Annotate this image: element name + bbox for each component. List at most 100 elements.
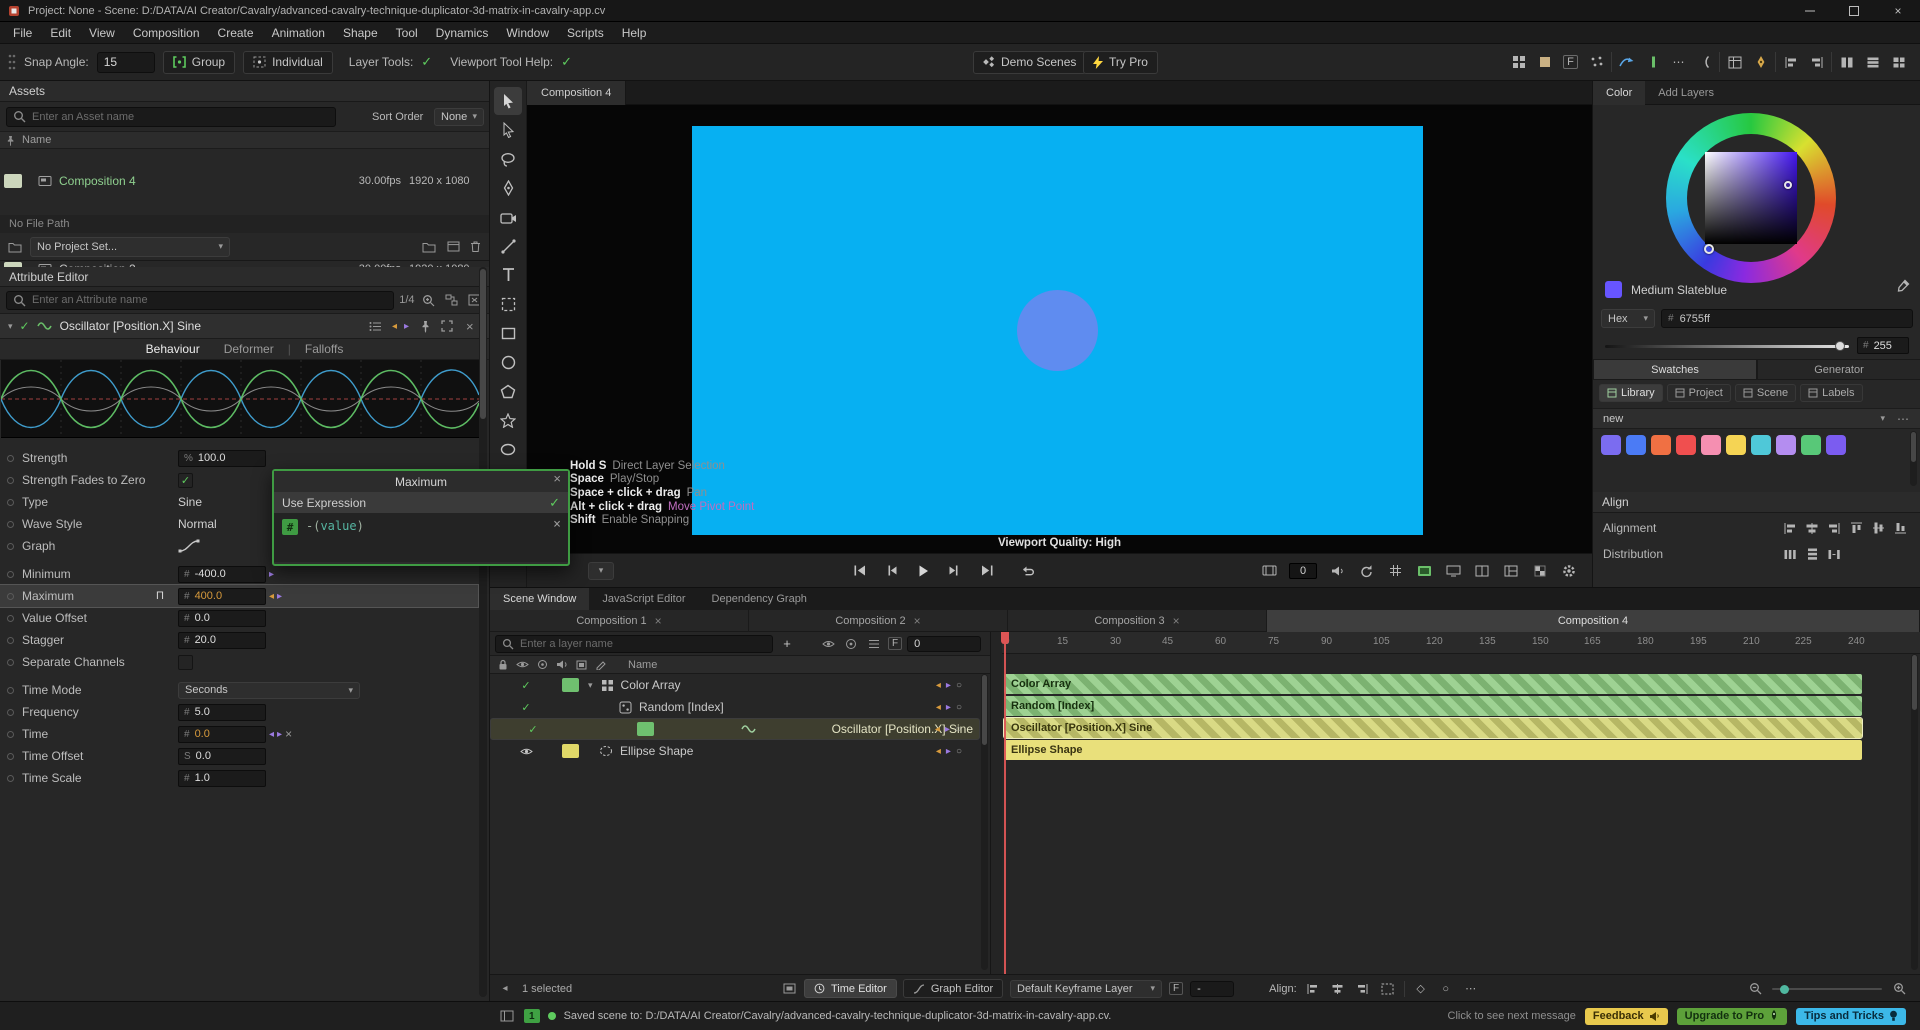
minimize-button[interactable]: [1788, 0, 1832, 22]
close-icon[interactable]: ×: [466, 319, 474, 334]
timeline-scrollbar[interactable]: [1911, 654, 1918, 970]
distribute-h-icon[interactable]: [1781, 545, 1799, 563]
layer-row-oscillator[interactable]: ✓ Oscillator [Position.X] Sine ◂ ▸ ○: [490, 718, 980, 740]
refresh-icon[interactable]: [1357, 562, 1375, 580]
track-oscillator[interactable]: Oscillator [Position.X] Sine: [1003, 717, 1863, 739]
next-message-link[interactable]: Click to see next message: [1448, 1010, 1576, 1022]
align-frame-icon[interactable]: [1379, 980, 1397, 998]
align-right-icon[interactable]: [1825, 519, 1843, 537]
connect-dot-icon[interactable]: [7, 476, 14, 484]
list-icon[interactable]: [366, 317, 384, 335]
f-value-input[interactable]: [1190, 980, 1235, 997]
connect-dot-icon[interactable]: [7, 686, 14, 694]
tab-swatches[interactable]: Swatches: [1593, 359, 1757, 380]
prev-keyframe-icon[interactable]: ◂: [269, 729, 274, 740]
zoom-preset-select[interactable]: ▾: [588, 561, 614, 580]
maximize-button[interactable]: [1832, 0, 1876, 22]
filter-f-badge[interactable]: F: [888, 637, 903, 650]
connect-dot-icon[interactable]: [7, 730, 14, 738]
demo-scenes-button[interactable]: Demo Scenes: [973, 50, 1087, 74]
keyframe-circle-icon[interactable]: ○: [1437, 980, 1455, 998]
snap-angle-input[interactable]: [96, 51, 155, 73]
keyframe-circle-icon[interactable]: ○: [956, 746, 962, 757]
film-icon[interactable]: [1260, 562, 1278, 580]
tab-dependency-graph[interactable]: Dependency Graph: [699, 588, 820, 610]
upgrade-pro-button[interactable]: Upgrade to Pro: [1676, 1007, 1788, 1025]
separate-channels-checkbox[interactable]: [178, 654, 193, 670]
pen-pressure-icon[interactable]: [1749, 51, 1772, 74]
minimum-field[interactable]: # -400.0: [178, 565, 266, 583]
zoom-search-icon[interactable]: [420, 291, 438, 309]
tab-generator[interactable]: Generator: [1757, 359, 1920, 380]
close-button[interactable]: ×: [1876, 0, 1920, 22]
value-offset-field[interactable]: #0.0: [178, 609, 266, 627]
sv-indicator[interactable]: [1784, 181, 1792, 189]
play-button[interactable]: [914, 562, 932, 580]
zoom-out-icon[interactable]: [1746, 980, 1764, 998]
timeline-ruler[interactable]: 0 15 30 45 60 75 90 105 120 135 150 165 …: [1002, 632, 1920, 654]
table-icon[interactable]: [1723, 51, 1746, 74]
camera-tool[interactable]: [494, 203, 522, 231]
group-button[interactable]: Group: [162, 50, 236, 74]
screen-icon[interactable]: [1444, 562, 1462, 580]
swatch[interactable]: [1601, 435, 1621, 455]
filter-solo-icon[interactable]: [819, 635, 837, 653]
attribute-scrollbar[interactable]: [479, 267, 487, 997]
snap-guides-icon[interactable]: F: [1559, 51, 1582, 74]
expression-code[interactable]: -(value): [306, 519, 364, 556]
guide-column-icon[interactable]: [1641, 51, 1664, 74]
prev-keyframe-icon[interactable]: ◂: [935, 724, 940, 735]
more-icon[interactable]: ⋯: [1462, 980, 1480, 998]
arc-icon[interactable]: [1693, 51, 1716, 74]
layout-grid-icon[interactable]: [1887, 51, 1910, 74]
text-tool[interactable]: [494, 261, 522, 289]
connect-dot-icon[interactable]: [7, 498, 14, 506]
distribute-gaps-icon[interactable]: [1825, 545, 1843, 563]
swatch[interactable]: [1701, 435, 1721, 455]
comp-tab-3[interactable]: Composition 3 ×: [1008, 609, 1267, 632]
menu-composition[interactable]: Composition: [124, 22, 209, 44]
track-random-index[interactable]: Random [Index]: [1004, 696, 1862, 716]
track-ellipse-shape[interactable]: Ellipse Shape: [1004, 740, 1862, 760]
keyframe-circle-icon[interactable]: ○: [956, 702, 962, 713]
clear-expression-icon[interactable]: ×: [553, 517, 561, 532]
layer-search-input[interactable]: [520, 637, 766, 650]
swatch[interactable]: [1651, 435, 1671, 455]
tab-behaviour[interactable]: Behaviour: [134, 339, 212, 360]
swatch[interactable]: [1751, 435, 1771, 455]
oscillator-header[interactable]: ▾ ✓ Oscillator [Position.X] Sine ◂ ▸ ×: [0, 313, 489, 339]
next-keyframe-icon[interactable]: ▸: [946, 702, 951, 713]
align-left-icon[interactable]: [1304, 980, 1322, 998]
saturation-value-square[interactable]: [1705, 152, 1797, 244]
alpha-slider[interactable]: [1605, 339, 1849, 353]
menu-shape[interactable]: Shape: [334, 22, 387, 44]
close-icon[interactable]: ×: [1173, 614, 1180, 628]
align-top-icon[interactable]: [1847, 519, 1865, 537]
tab-add-layers[interactable]: Add Layers: [1645, 81, 1727, 105]
enabled-check-icon[interactable]: ✓: [518, 679, 534, 692]
zoom-in-icon[interactable]: [1890, 980, 1908, 998]
alpha-knob[interactable]: [1835, 340, 1845, 351]
frame-view-icon[interactable]: [780, 980, 798, 998]
time-field[interactable]: #0.0: [178, 725, 266, 743]
artboard-tool[interactable]: [494, 290, 522, 318]
time-mode-select[interactable]: Seconds ▾: [178, 681, 360, 699]
collapse-icon[interactable]: ◂: [496, 980, 514, 998]
strength-field[interactable]: % 100.0: [178, 449, 266, 467]
check-icon[interactable]: ✓: [549, 495, 560, 511]
more-options-icon[interactable]: ⋯: [1667, 51, 1690, 74]
tab-color[interactable]: Color: [1593, 80, 1646, 105]
color-wheel[interactable]: [1666, 113, 1836, 283]
asset-search-field[interactable]: [6, 106, 336, 127]
maximum-field[interactable]: #400.0: [178, 587, 266, 605]
panel-layout-icon[interactable]: [1502, 562, 1520, 580]
polygon-tool[interactable]: [494, 377, 522, 405]
add-layer-button[interactable]: +: [778, 635, 796, 653]
layer-color-chip[interactable]: [636, 722, 654, 736]
viewport-tab-composition-4[interactable]: Composition 4: [527, 80, 627, 105]
frequency-field[interactable]: #5.0: [178, 703, 266, 721]
menu-tool[interactable]: Tool: [387, 22, 427, 44]
next-keyframe-icon[interactable]: ▸: [269, 569, 274, 580]
swatch[interactable]: [1676, 435, 1696, 455]
keyframe-circle-icon[interactable]: ○: [955, 724, 961, 735]
